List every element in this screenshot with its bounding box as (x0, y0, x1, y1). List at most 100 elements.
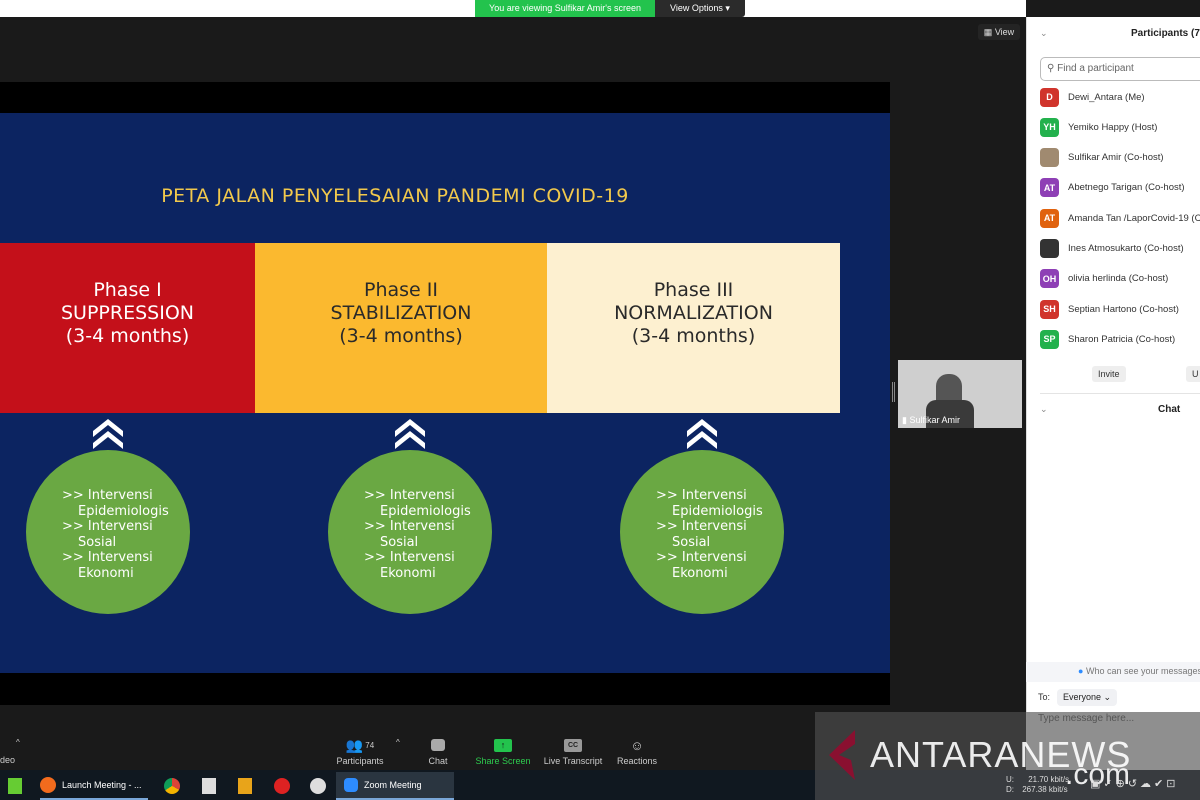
chevron-up-icon[interactable]: ^ (16, 738, 20, 747)
unmute-button[interactable]: U (1186, 366, 1200, 382)
chevron-up-icon (93, 419, 123, 449)
view-button[interactable]: ▦ View (978, 24, 1020, 40)
recipient-value: Everyone (1063, 692, 1102, 702)
search-icon: ⚲ (1047, 63, 1055, 74)
live-transcript-button[interactable]: CC Live Transcript (538, 736, 608, 766)
intervention-line: >> Intervensi (364, 488, 455, 503)
recipient-dropdown[interactable]: Everyone ⌄ (1057, 689, 1118, 706)
app-icon[interactable] (238, 772, 252, 800)
phase-name: Phase II (364, 279, 438, 301)
viewing-banner: You are viewing Sulfikar Amir's screen (475, 0, 655, 17)
chevron-down-icon: ⌄ (1103, 692, 1112, 702)
participant-row[interactable]: D Dewi_Antara (Me) (1040, 87, 1145, 107)
invite-button[interactable]: Invite (1092, 366, 1126, 382)
intervention-line: >> Intervensi (62, 519, 153, 534)
taskbar-label: Zoom Meeting (364, 780, 422, 790)
system-tray-icons[interactable]: ▣✓⊕↺☁✔⊡ (1090, 777, 1178, 790)
avatar: SH (1040, 299, 1059, 319)
participant-row[interactable]: Ines Atmosukarto (Co-host) (1040, 239, 1184, 259)
download-label: D: (1006, 785, 1014, 794)
app-icon[interactable] (310, 772, 326, 800)
phase-label: SUPPRESSION (61, 302, 194, 324)
network-meter: U: 21.70 kbit/s D: 267.38 kbit/s (1006, 775, 1069, 795)
taskbar-zoom[interactable]: Zoom Meeting (336, 772, 454, 800)
taskbar-label: Launch Meeting - ... (62, 780, 142, 790)
intervention-line: >> Intervensi (656, 519, 747, 534)
chevron-up-icon[interactable]: ^ (396, 738, 400, 747)
avatar (1040, 148, 1059, 168)
avatar: SP (1040, 329, 1059, 349)
avatar: D (1040, 87, 1059, 107)
taskbar-firefox[interactable]: Launch Meeting - ... (40, 772, 148, 800)
participants-title: Participants (74) (1131, 28, 1200, 39)
intervention-circle: >> Intervensi Epidemiologis >> Intervensi S… (328, 450, 492, 614)
avatar (1040, 239, 1059, 258)
person-icon: ● (1078, 666, 1084, 676)
intervention-circle: >> Intervensi Epidemiologis >> Intervensi S… (26, 450, 190, 614)
smiley-plus-icon: ☺ (630, 737, 644, 753)
participant-row[interactable]: Sulfikar Amir (Co-host) (1040, 148, 1164, 168)
intervention-line: >> Intervensi (364, 519, 455, 534)
chat-icon (431, 739, 445, 751)
intervention-line: Epidemiologis (672, 503, 763, 519)
phase-label: NORMALIZATION (614, 302, 773, 324)
participants-button[interactable]: 👥 74 Participants (325, 736, 395, 767)
upload-rate: 21.70 kbit/s (1028, 775, 1070, 784)
chat-placeholder[interactable]: Type message here... (1038, 713, 1134, 724)
who-can-see-label: Who can see your messages? (1085, 666, 1200, 676)
participants-label: Participants (336, 756, 384, 766)
share-screen-button[interactable]: ↑ Share Screen (468, 736, 538, 766)
phase-label: STABILIZATION (330, 302, 472, 324)
phase-1-box: Phase I SUPPRESSION (3-4 months) (0, 243, 255, 413)
zoom-icon (344, 778, 358, 792)
grid-icon: ▦ (983, 27, 993, 37)
video-name-label: Sulfikar Amir (909, 415, 960, 425)
participant-row[interactable]: YH Yemiko Happy (Host) (1040, 117, 1157, 137)
participant-name: Ines Atmosukarto (Co-host) (1068, 243, 1184, 254)
chrome-icon[interactable] (164, 772, 180, 800)
collapse-chevron-icon[interactable]: ⌄ (1040, 404, 1048, 415)
download-rate: 267.38 kbit/s (1022, 785, 1068, 794)
collapse-chevron-icon[interactable]: ⌄ (1040, 28, 1048, 39)
participant-name: Abetnego Tarigan (Co-host) (1068, 182, 1185, 194)
dx-icon[interactable] (274, 772, 290, 800)
participant-row[interactable]: SP Sharon Patricia (Co-host) (1040, 329, 1175, 349)
phase-name: Phase III (653, 279, 734, 301)
app-icon[interactable] (8, 772, 22, 800)
app-icon[interactable] (202, 772, 216, 800)
signal-icon: ▮ (902, 415, 907, 425)
participants-icon: 👥 (345, 736, 364, 753)
participant-name: Amanda Tan /LaporCovid-19 (Co-host) (1068, 212, 1200, 224)
view-label: View (994, 27, 1015, 37)
reactions-button[interactable]: ☺ Reactions (602, 736, 672, 767)
participants-count: 74 (365, 740, 375, 750)
phase-duration: (3-4 months) (65, 325, 190, 347)
intervention-line: Ekonomi (672, 565, 728, 581)
divider (1040, 393, 1200, 394)
avatar: YH (1040, 117, 1059, 137)
chat-button[interactable]: Chat (403, 736, 473, 766)
live-transcript-label: Live Transcript (543, 756, 603, 766)
participant-row[interactable]: AT Amanda Tan /LaporCovid-19 (Co-host) (1040, 208, 1200, 228)
phase-duration: (3-4 months) (339, 325, 463, 347)
participant-name: olivia herlinda (Co-host) (1068, 273, 1169, 285)
participant-row[interactable]: AT Abetnego Tarigan (Co-host) (1040, 178, 1185, 198)
resize-handle[interactable] (892, 382, 895, 402)
video-name: ▮ Sulfikar Amir (902, 415, 960, 426)
share-screen-label: Share Screen (475, 756, 531, 766)
participant-row[interactable]: SH Septian Hartono (Co-host) (1040, 299, 1179, 319)
intervention-line: Ekonomi (78, 565, 134, 581)
search-placeholder: Find a participant (1057, 63, 1134, 74)
video-button[interactable]: deo (0, 755, 15, 765)
who-can-see-link[interactable]: ● Who can see your messages? (1026, 662, 1200, 682)
cc-icon: CC (564, 738, 582, 752)
chat-label: Chat (428, 756, 448, 766)
participant-row[interactable]: OH olivia herlinda (Co-host) (1040, 269, 1168, 289)
participant-search-input[interactable]: ⚲ Find a participant (1040, 57, 1200, 81)
intervention-line: Sosial (78, 534, 117, 550)
intervention-line: Ekonomi (380, 565, 436, 581)
view-options-button[interactable]: View Options ▾ (655, 0, 745, 17)
avatar: AT (1040, 208, 1059, 228)
firefox-icon (40, 777, 56, 793)
phase-duration: (3-4 months) (631, 325, 756, 347)
